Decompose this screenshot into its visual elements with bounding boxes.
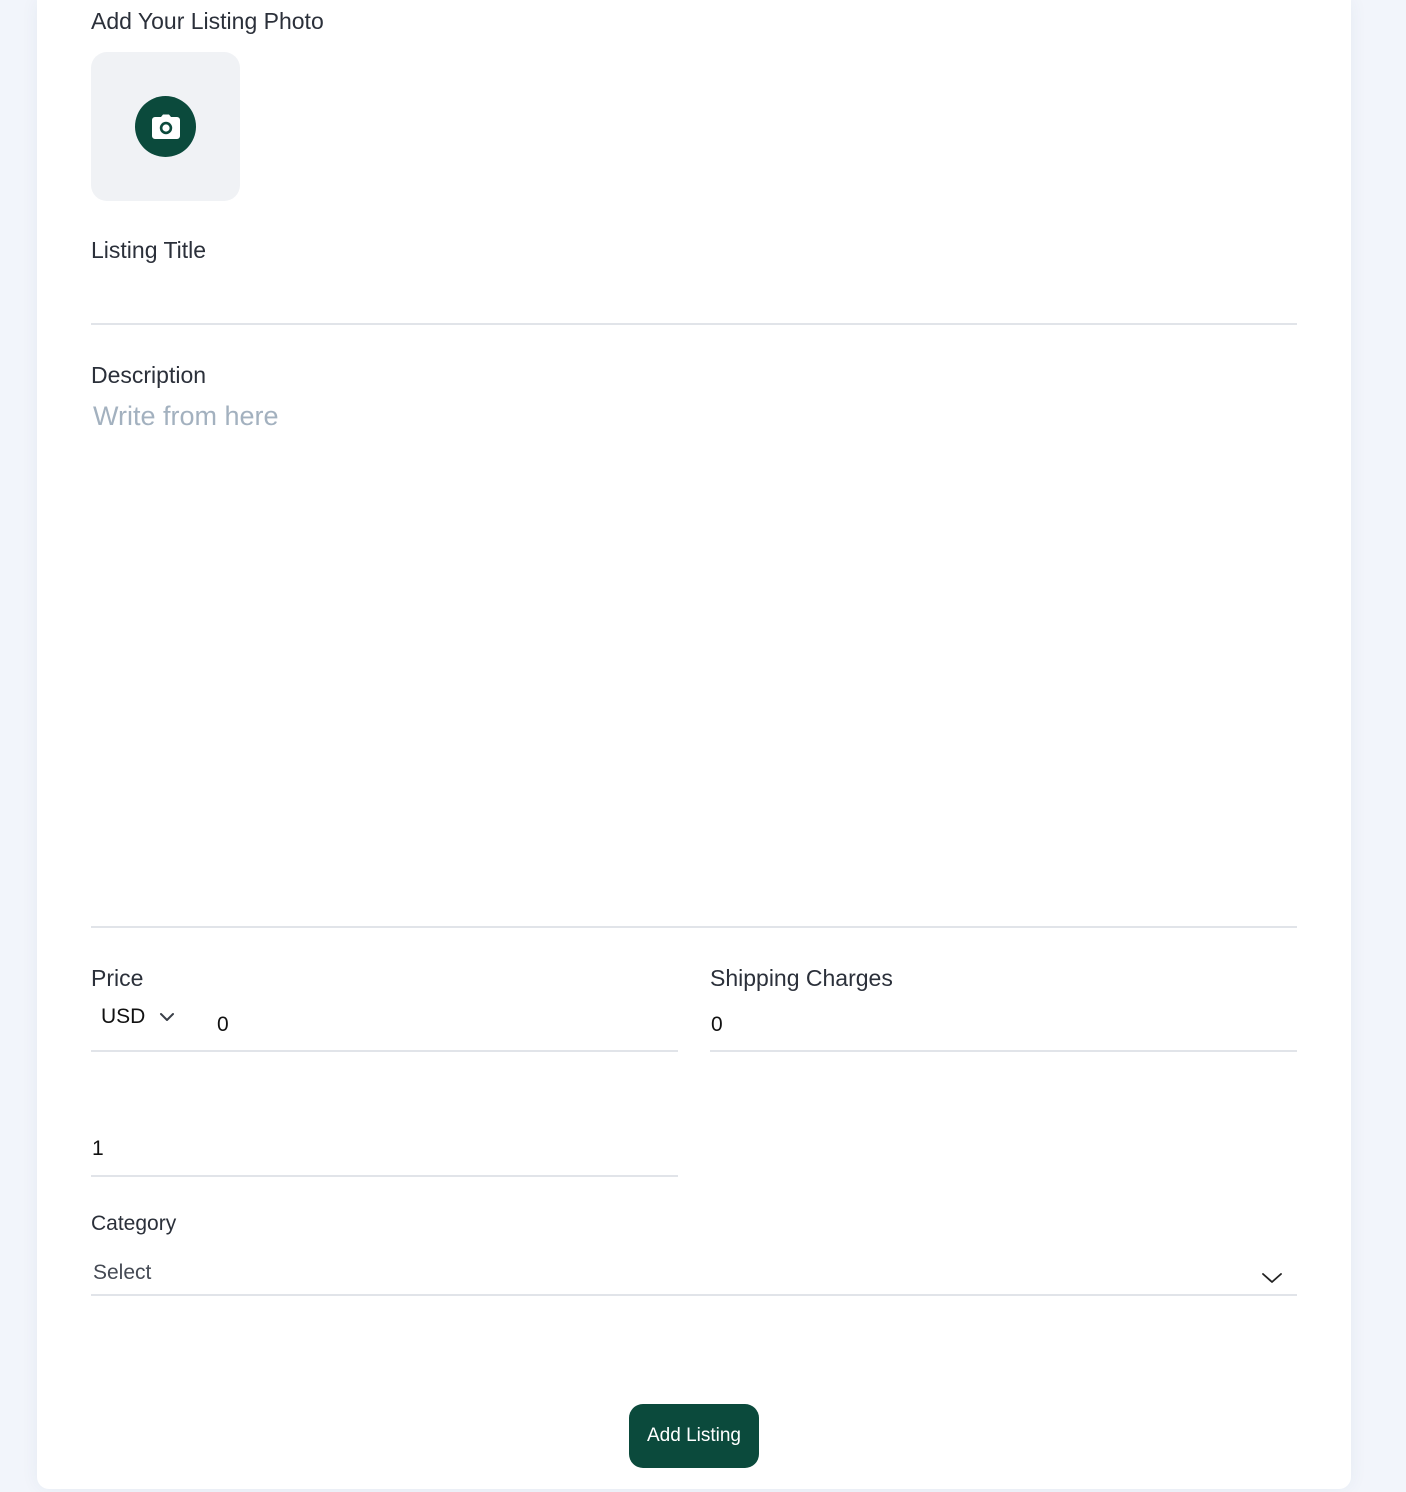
- currency-select[interactable]: USD: [101, 1005, 175, 1029]
- listing-title-underline: [91, 323, 1297, 325]
- description-underline: [91, 926, 1297, 928]
- shipping-label: Shipping Charges: [710, 965, 893, 991]
- description-textarea[interactable]: [93, 400, 1297, 920]
- chevron-down-icon: [160, 1013, 175, 1021]
- shipping-input[interactable]: [711, 1008, 1297, 1042]
- camera-icon: [151, 114, 180, 139]
- category-select[interactable]: Select: [91, 1252, 1297, 1294]
- listing-title-label: Listing Title: [91, 237, 207, 263]
- category-selected-value: Select: [93, 1261, 152, 1284]
- category-underline: [91, 1294, 1297, 1296]
- chevron-down-icon: [1262, 1273, 1282, 1283]
- price-underline: [91, 1050, 678, 1052]
- category-label: Category: [91, 1212, 177, 1235]
- currency-value: USD: [101, 1005, 146, 1028]
- photo-upload-button[interactable]: [91, 52, 240, 201]
- shipping-underline: [710, 1050, 1297, 1052]
- photo-label: Add Your Listing Photo: [91, 8, 324, 34]
- price-input[interactable]: [217, 1008, 677, 1042]
- quantity-input[interactable]: [92, 1132, 678, 1166]
- add-listing-button[interactable]: Add Listing: [629, 1404, 759, 1468]
- listing-form-card: Add Your Listing Photo Listing Title Des…: [37, 0, 1351, 1489]
- listing-title-input[interactable]: [91, 278, 1297, 322]
- quantity-underline: [91, 1175, 678, 1177]
- price-label: Price: [91, 965, 144, 991]
- description-label: Description: [91, 362, 207, 388]
- camera-icon-badge: [135, 96, 196, 157]
